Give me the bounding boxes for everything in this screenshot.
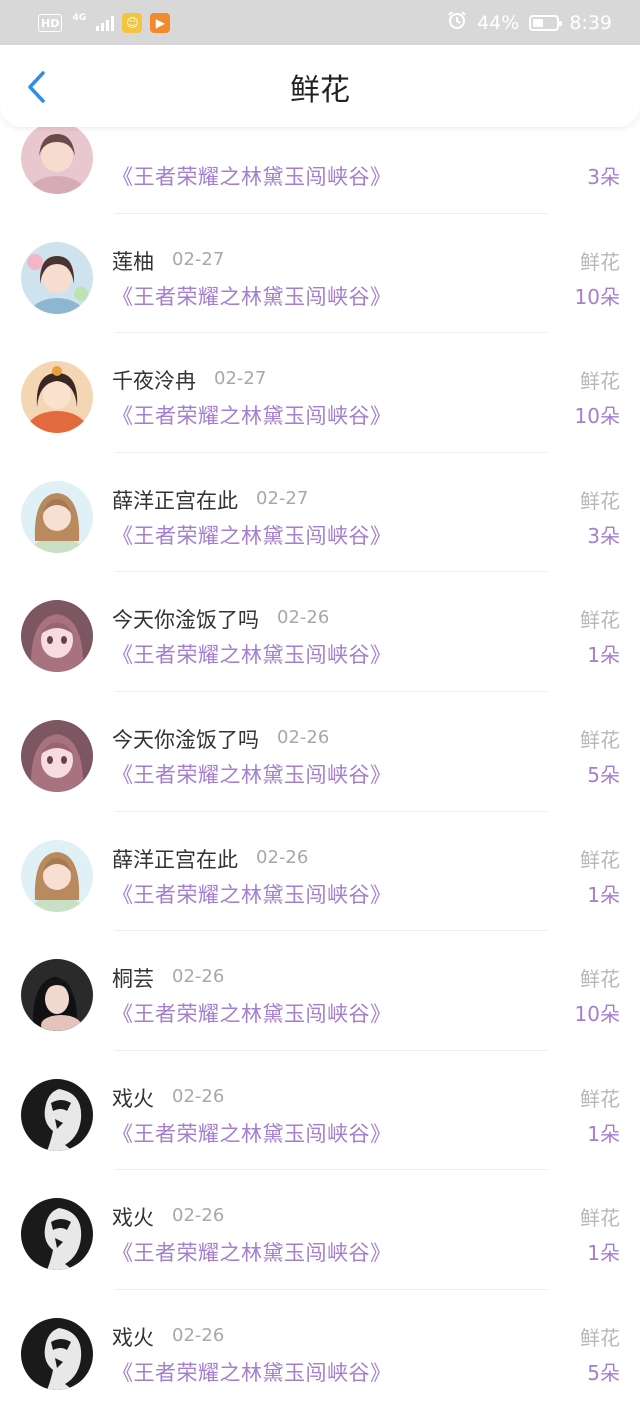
gift-type: 鲜花: [580, 488, 620, 513]
gift-date: 02-26: [172, 966, 225, 988]
gift-type: 鲜花: [580, 1325, 620, 1350]
avatar[interactable]: [21, 600, 93, 673]
user-name[interactable]: 莲柚: [112, 246, 154, 276]
user-name[interactable]: 薛洋正宫在此: [112, 485, 238, 515]
list-item[interactable]: 今天你淦饭了吗 02-26 《王者荣耀之林黛玉闯峡谷》 鲜花 1朵: [0, 572, 640, 692]
list-item[interactable]: 薛洋正宫在此 02-26 《王者荣耀之林黛玉闯峡谷》 鲜花 1朵: [0, 812, 640, 932]
user-name[interactable]: 戏火: [112, 1202, 154, 1232]
alarm-icon: [447, 10, 467, 35]
signal-4g-icon: 4G: [72, 12, 87, 23]
gift-type: 鲜花: [580, 1206, 620, 1231]
gift-count: 3朵: [587, 523, 620, 548]
signal-bars-icon: [96, 15, 115, 31]
avatar[interactable]: [21, 361, 93, 434]
status-left: HD 4G ☺ ▶: [38, 12, 171, 33]
book-title-link[interactable]: 《王者荣耀之林黛玉闯峡谷》: [112, 759, 392, 789]
avatar[interactable]: [21, 1317, 93, 1390]
gift-date: 02-26: [172, 1205, 225, 1227]
avatar[interactable]: [21, 122, 93, 194]
user-name[interactable]: 今天你淦饭了吗: [112, 724, 259, 754]
list-item[interactable]: 戏火 02-26 《王者荣耀之林黛玉闯峡谷》 鲜花 1朵: [0, 1170, 640, 1290]
book-title-link[interactable]: 《王者荣耀之林黛玉闯峡谷》: [112, 520, 392, 550]
list-item[interactable]: 今天你淦饭了吗 02-26 《王者荣耀之林黛玉闯峡谷》 鲜花 5朵: [0, 692, 640, 812]
book-title-link[interactable]: 《王者荣耀之林黛玉闯峡谷》: [112, 161, 392, 191]
gift-count: 10朵: [574, 284, 620, 309]
gift-date: 02-27: [172, 248, 225, 270]
book-title-link[interactable]: 《王者荣耀之林黛玉闯峡谷》: [112, 1237, 392, 1267]
list-item[interactable]: 戏火 02-26 《王者荣耀之林黛玉闯峡谷》 鲜花 5朵: [0, 1290, 640, 1410]
battery-level: [533, 18, 544, 27]
video-app-icon: ▶: [150, 12, 171, 33]
user-name[interactable]: 今天你淦饭了吗: [112, 604, 259, 634]
app-notification-icon: ☺: [122, 12, 143, 33]
gift-date: 02-26: [277, 726, 330, 748]
list-item[interactable]: 莲柚 02-27 《王者荣耀之林黛玉闯峡谷》 鲜花 10朵: [0, 214, 640, 334]
avatar[interactable]: [21, 1078, 93, 1151]
gift-type: 鲜花: [580, 249, 620, 274]
gift-count: 1朵: [587, 882, 620, 907]
book-title-link[interactable]: 《王者荣耀之林黛玉闯峡谷》: [112, 400, 392, 430]
book-title-link[interactable]: 《王者荣耀之林黛玉闯峡谷》: [112, 879, 392, 909]
gift-count: 1朵: [587, 1241, 620, 1266]
clock: 8:39: [569, 11, 612, 34]
hd-icon: HD: [38, 13, 63, 32]
gift-count: 3朵: [587, 165, 620, 189]
avatar[interactable]: [21, 839, 93, 912]
gift-type: 鲜花: [580, 1086, 620, 1111]
book-title-link[interactable]: 《王者荣耀之林黛玉闯峡谷》: [112, 639, 392, 669]
gift-date: 02-26: [277, 607, 330, 629]
gift-type: 鲜花: [580, 967, 620, 992]
gift-date: 02-27: [256, 487, 309, 509]
battery-percent: 44%: [477, 11, 520, 34]
gift-count: 1朵: [587, 1121, 620, 1146]
gift-type: 鲜花: [580, 847, 620, 872]
book-title-link[interactable]: 《王者荣耀之林黛玉闯峡谷》: [112, 281, 392, 311]
list-item[interactable]: 桐芸 02-26 《王者荣耀之林黛玉闯峡谷》 鲜花 10朵: [0, 931, 640, 1051]
gift-type: 鲜花: [580, 369, 620, 394]
page-title: 鲜花: [290, 73, 350, 108]
list-item[interactable]: 薛洋正宫在此 02-27 《王者荣耀之林黛玉闯峡谷》 鲜花 3朵: [0, 453, 640, 573]
gift-count: 10朵: [574, 404, 620, 429]
user-name[interactable]: 薛洋正宫在此: [112, 844, 238, 874]
book-title-link[interactable]: 《王者荣耀之林黛玉闯峡谷》: [112, 1357, 392, 1387]
status-bar: HD 4G ☺ ▶ 44% 8:39: [0, 0, 640, 45]
user-name[interactable]: 桐芸: [112, 963, 154, 993]
list-item[interactable]: 千夜泠冉 02-27 《王者荣耀之林黛玉闯峡谷》 鲜花 10朵: [0, 333, 640, 453]
gift-count: 1朵: [587, 643, 620, 668]
user-name[interactable]: 千夜泠冉: [112, 365, 196, 395]
gift-date: 02-26: [172, 1324, 225, 1346]
book-title-link[interactable]: 《王者荣耀之林黛玉闯峡谷》: [112, 1118, 392, 1148]
battery-icon: [529, 14, 563, 31]
gift-type: 鲜花: [580, 727, 620, 752]
header: 鲜花: [0, 45, 640, 127]
list-item[interactable]: 戏火 02-26 《王者荣耀之林黛玉闯峡谷》 鲜花 1朵: [0, 1051, 640, 1171]
book-title-link[interactable]: 《王者荣耀之林黛玉闯峡谷》: [112, 998, 392, 1028]
avatar[interactable]: [21, 959, 93, 1032]
gift-date: 02-26: [256, 846, 309, 868]
avatar[interactable]: [21, 719, 93, 792]
user-name[interactable]: 戏火: [112, 1083, 154, 1113]
avatar[interactable]: [21, 241, 93, 314]
gift-type: 鲜花: [580, 608, 620, 633]
avatar[interactable]: [21, 480, 93, 553]
user-name[interactable]: 戏火: [112, 1322, 154, 1352]
gift-count: 10朵: [574, 1002, 620, 1027]
gift-date: 02-27: [214, 368, 267, 390]
gift-count: 5朵: [587, 762, 620, 787]
status-right: 44% 8:39: [447, 10, 612, 35]
gift-date: 02-26: [172, 1085, 225, 1107]
flower-list: 《王者荣耀之林黛玉闯峡谷》 3朵 莲柚 02-27 《王者荣耀之林黛玉闯峡谷》 鲜花 10朵…: [0, 94, 640, 1410]
gift-count: 5朵: [587, 1360, 620, 1385]
avatar[interactable]: [21, 1198, 93, 1271]
